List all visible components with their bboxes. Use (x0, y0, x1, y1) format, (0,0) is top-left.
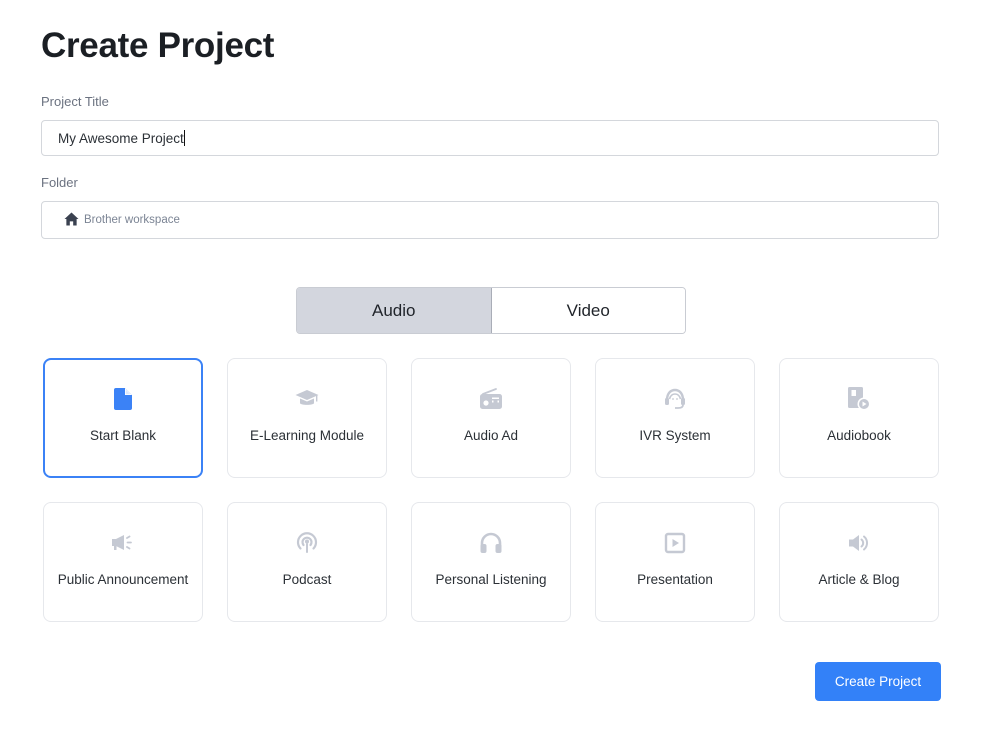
template-label: Personal Listening (435, 572, 547, 587)
project-title-input[interactable]: My Awesome Project (41, 120, 939, 156)
template-label: E-Learning Module (249, 428, 365, 443)
home-icon (64, 211, 79, 230)
template-card-audio-ad[interactable]: Audio Ad (411, 358, 571, 478)
template-card-public-announcement[interactable]: Public Announcement (43, 502, 203, 622)
template-label: Audiobook (827, 428, 891, 443)
template-label: Presentation (637, 572, 713, 587)
template-label: Article & Blog (818, 572, 900, 587)
create-project-button[interactable]: Create Project (815, 662, 941, 701)
template-card-audiobook[interactable]: Audiobook (779, 358, 939, 478)
file-icon (114, 386, 132, 412)
folder-value: Brother workspace (84, 214, 180, 226)
template-label: Audio Ad (463, 428, 519, 443)
headphones-icon (479, 530, 503, 556)
template-card-article-blog[interactable]: Article & Blog (779, 502, 939, 622)
template-label: Start Blank (89, 428, 157, 443)
audiobook-icon (847, 386, 871, 412)
template-label: Podcast (282, 572, 332, 587)
project-title-value: My Awesome Project (58, 130, 184, 146)
template-label: IVR System (639, 428, 711, 443)
speaker-icon (847, 530, 871, 556)
template-card-e-learning[interactable]: E-Learning Module (227, 358, 387, 478)
page-title: Create Project (41, 26, 275, 65)
template-card-start-blank[interactable]: Start Blank (43, 358, 203, 478)
media-type-toggle: Audio Video (296, 287, 686, 334)
template-grid: Start Blank E-Learning Module Audio Ad I… (43, 358, 939, 622)
toggle-audio[interactable]: Audio (297, 288, 492, 333)
headset-agent-icon (663, 386, 687, 412)
template-card-podcast[interactable]: Podcast (227, 502, 387, 622)
graduation-cap-icon (295, 386, 319, 412)
megaphone-icon (111, 530, 135, 556)
template-card-ivr-system[interactable]: IVR System (595, 358, 755, 478)
template-label: Public Announcement (57, 572, 189, 587)
text-caret (183, 130, 185, 146)
template-card-presentation[interactable]: Presentation (595, 502, 755, 622)
folder-select[interactable]: Brother workspace (41, 201, 939, 239)
play-square-icon (664, 530, 686, 556)
template-card-personal-listening[interactable]: Personal Listening (411, 502, 571, 622)
project-title-label: Project Title (41, 94, 109, 109)
podcast-icon (295, 530, 319, 556)
radio-icon (479, 386, 503, 412)
toggle-video[interactable]: Video (491, 288, 685, 333)
folder-label: Folder (41, 175, 78, 190)
